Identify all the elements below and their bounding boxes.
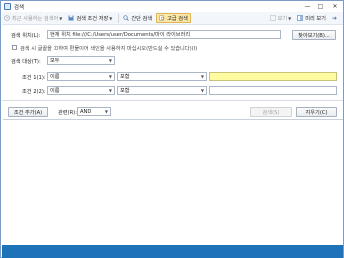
window-title: 검색 (14, 4, 24, 11)
preview-label: 미리 보기 (305, 15, 326, 22)
condition2-operator-select[interactable]: 포함 ▼ (117, 86, 207, 95)
condition2-field-value: 이름 (50, 88, 60, 94)
index-checkbox-label: 검색 시 글꼴을 끄하여 편물이어 색인을 사용하지 마십시오(만드실 수 있습… (20, 46, 198, 52)
status-bar (2, 245, 343, 258)
save-conditions-label: 검색 조건 저장 (76, 15, 109, 22)
pin-button[interactable]: ➔ (330, 13, 339, 23)
simple-search-label: 간단 검색 (131, 15, 153, 22)
advanced-search-label: 고급 검색 (167, 15, 188, 22)
chevron-down-icon: ▼ (200, 88, 204, 93)
advanced-search-button[interactable]: 고급 검색 (156, 13, 191, 23)
condition1-field-select[interactable]: 이름 ▼ (47, 72, 115, 81)
title-bar: 검색 — □ ✕ (1, 1, 343, 12)
condition1-label: 조건 1(1): (22, 75, 46, 81)
condition1-operator-value: 포함 (120, 74, 130, 80)
chevron-down-icon: ▼ (59, 15, 63, 21)
arrow-right-icon: ➔ (331, 14, 337, 22)
add-condition-button[interactable]: 조건 추가(A) (8, 107, 48, 117)
target-value: 모두 (50, 58, 60, 64)
view-button[interactable]: 보기 ▼ (268, 13, 294, 23)
clear-button[interactable]: 지우기(C) (296, 107, 337, 117)
chevron-down-icon: ▼ (109, 15, 113, 21)
app-icon (4, 3, 11, 10)
form-divider (2, 100, 343, 101)
preview-button[interactable]: 미리 보기 (295, 13, 328, 23)
chevron-down-icon: ▼ (104, 109, 108, 114)
close-button[interactable]: ✕ (327, 1, 343, 11)
target-select[interactable]: 모두 ▼ (47, 56, 115, 65)
condition2-label: 조건 2(2): (22, 89, 46, 95)
clock-icon (4, 15, 10, 21)
location-label: 검색 위치(L): (11, 33, 41, 39)
chevron-down-icon: ▼ (108, 88, 112, 93)
condition2-operator-value: 포함 (120, 88, 130, 94)
magnifier-icon (123, 15, 130, 21)
relation-label: 관련(R): (58, 110, 77, 116)
advanced-search-icon (159, 15, 165, 21)
relation-select[interactable]: AND ▼ (77, 107, 111, 116)
window-controls: — □ ✕ (301, 1, 343, 12)
recent-searches-label: 최근 사용하는 검색어 (12, 15, 59, 22)
condition2-field-select[interactable]: 이름 ▼ (47, 86, 115, 95)
view-icon (269, 15, 276, 21)
chevron-down-icon: ▼ (288, 15, 292, 21)
chevron-down-icon: ▼ (200, 74, 204, 79)
recent-searches-button[interactable]: 최근 사용하는 검색어 ▼ (2, 13, 64, 23)
condition1-field-value: 이름 (50, 74, 60, 80)
location-field[interactable]: 현재 위치 file:///C:/Users/user/Documents/마이… (47, 30, 281, 39)
save-conditions-button[interactable]: 검색 조건 저장 ▼ (66, 13, 114, 23)
search-button[interactable]: 검색(S) (250, 107, 292, 117)
search-dialog: 검색 — □ ✕ 최근 사용하는 검색어 ▼ 검색 조건 저장 ▼ 간단 검색 … (0, 0, 344, 258)
toolbar: 최근 사용하는 검색어 ▼ 검색 조건 저장 ▼ 간단 검색 고급 검색 보기 … (2, 12, 343, 25)
target-label: 검색 대상(T): (11, 59, 41, 65)
index-checkbox[interactable] (12, 45, 17, 50)
location-value: 현재 위치 file:///C:/Users/user/Documents/마이… (50, 32, 191, 38)
simple-search-button[interactable]: 간단 검색 (121, 13, 154, 23)
minimize-button[interactable]: — (301, 1, 314, 11)
condition1-value-input[interactable] (209, 72, 337, 81)
condition1-operator-select[interactable]: 포함 ▼ (117, 72, 207, 81)
results-pane[interactable] (3, 119, 343, 245)
maximize-button[interactable]: □ (314, 1, 327, 11)
chevron-down-icon: ▼ (108, 74, 112, 79)
browse-button[interactable]: 찾아보기(B)... (292, 30, 336, 40)
toolbar-separator (118, 13, 120, 23)
relation-value: AND (80, 108, 92, 115)
chevron-down-icon: ▼ (108, 58, 112, 63)
toolbar-right: 보기 ▼ 미리 보기 ➔ (268, 13, 341, 23)
preview-icon (297, 15, 304, 21)
condition2-value-input[interactable] (209, 86, 337, 95)
view-label: 보기 (277, 15, 288, 22)
floppy-icon (68, 15, 74, 21)
